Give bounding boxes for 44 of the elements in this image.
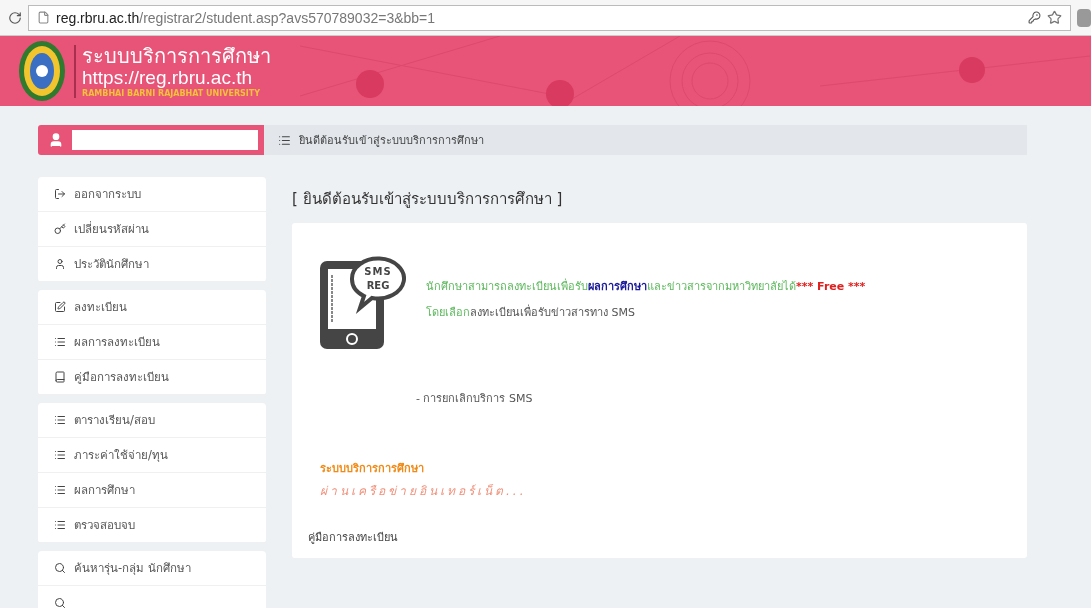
search-icon (54, 562, 66, 574)
address-bar[interactable]: reg.rbru.ac.th/registrar2/student.asp?avs570789032=3&bb=1 (28, 4, 1071, 31)
cancel-sms-link[interactable]: - การยกเลิกบริการ SMS (416, 389, 1011, 407)
breadcrumb-text: ยินดีต้อนรับเข้าสู่ระบบบริการการศึกษา (299, 133, 484, 149)
list-icon (54, 449, 66, 461)
list-icon (54, 484, 66, 496)
sms-info-text: โดยเลือกลงทะเบียนเพื่อรับข่าวสารทาง SMS (426, 303, 636, 321)
sidebar-item[interactable]: คู่มือการลงทะเบียน (38, 360, 266, 395)
page-heading: [ ยินดีต้อนรับเข้าสู่ระบบบริการการศึกษา ] (292, 189, 564, 210)
list-icon (54, 414, 66, 426)
user-icon (48, 132, 64, 148)
search-icon (54, 597, 66, 608)
site-title: ระบบบริการการศึกษา (82, 44, 271, 67)
page-icon (37, 11, 50, 24)
reload-icon[interactable] (8, 10, 22, 25)
university-logo (18, 40, 66, 102)
sidebar-item[interactable]: ผลการศึกษา (38, 473, 266, 508)
sidebar-item[interactable]: ตารางเรียน/สอบ (38, 403, 266, 438)
sidebar-item[interactable]: ผลการลงทะเบียน (38, 325, 266, 360)
manual-link[interactable]: คู่มือการลงทะเบียน (308, 528, 1011, 546)
site-url: https://reg.rbru.ac.th (82, 66, 254, 89)
key-icon (54, 223, 66, 235)
sidebar-item[interactable]: ภาระค่าใช้จ่าย/ทุน (38, 438, 266, 473)
logout-icon (54, 188, 66, 200)
service-subtitle: ผ่านเครือข่ายอินเทอร์เน็ต... (320, 483, 528, 500)
service-title: ระบบบริการการศึกษา (320, 461, 425, 477)
sidebar-item[interactable]: ประวัตินักศึกษา (38, 247, 266, 282)
star-icon[interactable] (1047, 10, 1062, 25)
sidebar-item[interactable]: ออกจากระบบ (38, 177, 266, 212)
url-text: reg.rbru.ac.th/registrar2/student.asp?avs570789032=3&bb=1 (56, 9, 437, 26)
list-icon (278, 133, 291, 147)
sms-info-text: นักศึกษาสามารถลงทะเบียนเพื่อรับผลการศึกษาและข่าวสารจากมหาวิทยาลัยได้*** Free *** (426, 277, 866, 295)
sidebar-item[interactable]: ลงทะเบียน (38, 290, 266, 325)
sidebar-item[interactable]: ค้นหารุ่น-กลุ่ม นักศึกษา (38, 551, 266, 586)
university-name: RAMBHAI BARNI RAJABHAT UNIVERSITY (82, 88, 262, 98)
sidebar-item[interactable]: เปลี่ยนรหัสผ่าน (38, 212, 266, 247)
edit-icon (54, 301, 66, 313)
book-icon (54, 371, 66, 383)
extension-icon[interactable] (1077, 8, 1091, 27)
list-icon (54, 519, 66, 531)
sidebar-item[interactable]: ตรวจสอบจบ (38, 508, 266, 543)
key-icon[interactable] (1028, 11, 1041, 24)
user-icon (54, 258, 66, 270)
list-icon (54, 336, 66, 348)
